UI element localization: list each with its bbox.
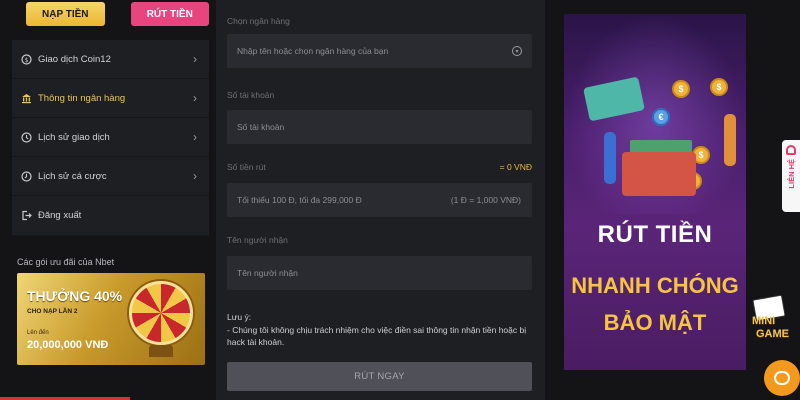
account-number-input[interactable]: Số tài khoản — [227, 110, 532, 144]
dollar-coin-icon: $ — [672, 80, 690, 98]
amount-rate-hint: (1 Đ = 1,000 VNĐ) — [450, 195, 521, 205]
menu-item-logout[interactable]: Đăng xuất — [12, 196, 209, 236]
bet-history-icon — [20, 170, 32, 182]
logout-icon — [20, 210, 32, 222]
minigame-logo[interactable]: MINI GAME — [752, 294, 800, 355]
account-menu: $ Giao dịch Coin12 › Thông tin ngân hàng… — [12, 40, 209, 236]
account-number-placeholder: Số tài khoản — [237, 122, 285, 132]
svg-text:$: $ — [24, 56, 28, 63]
bank-label: Chọn ngân hàng — [227, 16, 290, 26]
contact-tab[interactable]: LIÊN HỆ — [782, 140, 800, 212]
contact-label: LIÊN HỆ — [786, 159, 796, 189]
wheel-stand — [149, 345, 173, 357]
chat-button[interactable] — [764, 360, 800, 396]
wallet-icon — [622, 152, 696, 196]
headset-icon — [786, 145, 796, 155]
chevron-right-icon: › — [193, 91, 197, 105]
chevron-right-icon: › — [193, 52, 197, 66]
menu-item-label: Giao dịch Coin12 — [38, 53, 111, 65]
recipient-name-label: Tên người nhận — [227, 235, 288, 245]
logo-line-1: MINI — [752, 315, 776, 327]
promo-amount: 20,000,000 VNĐ — [27, 339, 109, 351]
euro-coin-icon: € — [652, 108, 670, 126]
dollar-coin-icon: $ — [710, 78, 728, 96]
amount-placeholder: Tối thiểu 100 Đ, tối đa 299,000 Đ — [237, 195, 362, 205]
menu-item-label: Thông tin ngân hàng — [38, 92, 126, 104]
promo-subline: CHO NẠP LẦN 2 — [27, 308, 78, 315]
withdraw-page: NẠP TIỀN RÚT TIỀN $ Giao dịch Coin12 › T… — [0, 0, 800, 400]
menu-item-transaction-history[interactable]: Lịch sử giao dịch › — [12, 118, 209, 157]
bank-select[interactable]: Nhập tên hoặc chọn ngân hàng của bạn ▾ — [227, 34, 532, 68]
recipient-name-placeholder: Tên người nhận — [237, 268, 298, 278]
coin-icon: $ — [20, 53, 32, 65]
withdraw-form: Chọn ngân hàng Nhập tên hoặc chọn ngân h… — [216, 0, 545, 400]
note-title: Lưu ý: — [227, 312, 252, 322]
deposit-button[interactable]: NẠP TIỀN — [26, 2, 105, 26]
withdraw-note: Lưu ý: - Chúng tôi không chịu trách nhiệ… — [227, 311, 532, 349]
withdraw-now-button[interactable]: RÚT NGAY — [227, 362, 532, 391]
menu-item-coin12[interactable]: $ Giao dịch Coin12 › — [12, 40, 209, 79]
person-right-figure — [724, 114, 736, 166]
sidebar: NẠP TIỀN RÚT TIỀN $ Giao dịch Coin12 › T… — [12, 0, 209, 400]
promo-headline: THƯỞNG 40% — [27, 288, 123, 304]
account-number-label: Số tài khoản — [227, 90, 275, 100]
chevron-down-icon: ▾ — [512, 46, 522, 56]
chat-bubble-icon — [774, 371, 790, 385]
withdraw-banner: $ $ $ $ € RÚT TIỀN NHANH CHÓNG BẢO MẬT — [564, 14, 746, 370]
promo-card[interactable]: THƯỞNG 40% CHO NẠP LẦN 2 Lên đến 20,000,… — [17, 273, 205, 365]
chevron-right-icon: › — [193, 169, 197, 183]
banner-line-3: BẢO MẬT — [603, 310, 707, 335]
note-text: - Chúng tôi không chịu trách nhiệm cho v… — [227, 324, 527, 348]
menu-item-label: Lịch sử giao dịch — [38, 131, 110, 143]
bank-select-placeholder: Nhập tên hoặc chọn ngân hàng của bạn — [237, 46, 389, 56]
menu-item-label: Đăng xuất — [38, 210, 82, 221]
recipient-name-input[interactable]: Tên người nhận — [227, 256, 532, 290]
amount-label: Số tiền rút — [227, 162, 266, 172]
menu-item-bank-info[interactable]: Thông tin ngân hàng › — [12, 79, 209, 118]
promo-section-title: Các gói ưu đãi của Nbet — [17, 257, 115, 267]
top-buttons: NẠP TIỀN RÚT TIỀN — [12, 0, 209, 38]
logo-line-2: GAME — [756, 328, 789, 340]
menu-item-bet-history[interactable]: Lịch sử cá cược › — [12, 157, 209, 196]
menu-item-label: Lịch sử cá cược — [38, 170, 107, 182]
lucky-wheel-icon — [129, 281, 193, 345]
history-icon — [20, 131, 32, 143]
person-left-figure — [604, 132, 616, 184]
amount-equivalent: = 0 VNĐ — [499, 162, 532, 172]
bank-icon — [20, 92, 32, 104]
chevron-right-icon: › — [193, 130, 197, 144]
promo-amount-label: Lên đến — [27, 330, 49, 336]
amount-input[interactable]: Tối thiểu 100 Đ, tối đa 299,000 Đ (1 Đ =… — [227, 183, 532, 217]
banner-line-1: RÚT TIỀN — [597, 221, 713, 248]
withdraw-button[interactable]: RÚT TIỀN — [130, 2, 209, 26]
banner-line-2: NHANH CHÓNG — [571, 273, 739, 298]
